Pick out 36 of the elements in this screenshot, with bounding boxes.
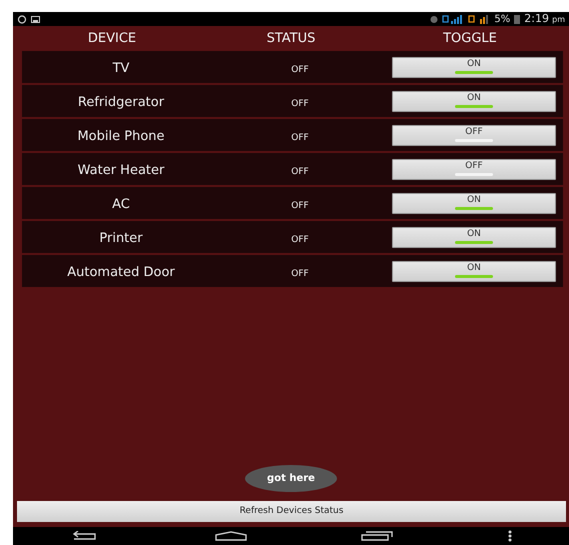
toast-message: got here (245, 465, 337, 492)
signal-icon (468, 14, 490, 24)
device-status: OFF (291, 167, 309, 177)
device-name: Refridgerator (78, 95, 164, 110)
toggle-button[interactable]: ON (392, 192, 556, 214)
device-name: Printer (99, 231, 143, 246)
device-status: OFF (291, 269, 309, 279)
menu-icon[interactable] (508, 530, 512, 542)
clock-period: pm (552, 14, 565, 24)
column-header: TOGGLE (442, 30, 498, 48)
device-name: Water Heater (78, 163, 164, 178)
device-status: OFF (291, 201, 309, 211)
device-status: OFF (291, 133, 309, 143)
toggle-button[interactable]: OFF (392, 158, 556, 180)
toggle-button[interactable]: ON (392, 56, 556, 78)
toggle-button[interactable]: ON (392, 226, 556, 248)
signal-icon (442, 14, 464, 24)
home-icon[interactable] (214, 531, 247, 541)
toggle-button[interactable]: ON (392, 90, 556, 112)
device-status: OFF (291, 235, 309, 245)
recent-apps-icon[interactable] (361, 531, 394, 541)
device-name: TV (112, 61, 130, 76)
column-header: STATUS (266, 30, 316, 48)
toggle-button[interactable]: ON (392, 260, 556, 282)
device-status: OFF (291, 65, 309, 75)
toggle-button[interactable]: OFF (392, 124, 556, 146)
battery-percent: 5% (494, 12, 510, 26)
device-name: Mobile Phone (77, 129, 165, 144)
device-status: OFF (291, 99, 309, 109)
device-name: AC (112, 197, 130, 212)
column-header: DEVICE (86, 30, 138, 48)
device-name: Automated Door (67, 265, 175, 280)
battery-icon (514, 14, 520, 24)
image-icon (31, 16, 40, 22)
clock-time: 2:19 (524, 12, 549, 25)
refresh-button[interactable]: Refresh Devices Status (17, 501, 566, 522)
